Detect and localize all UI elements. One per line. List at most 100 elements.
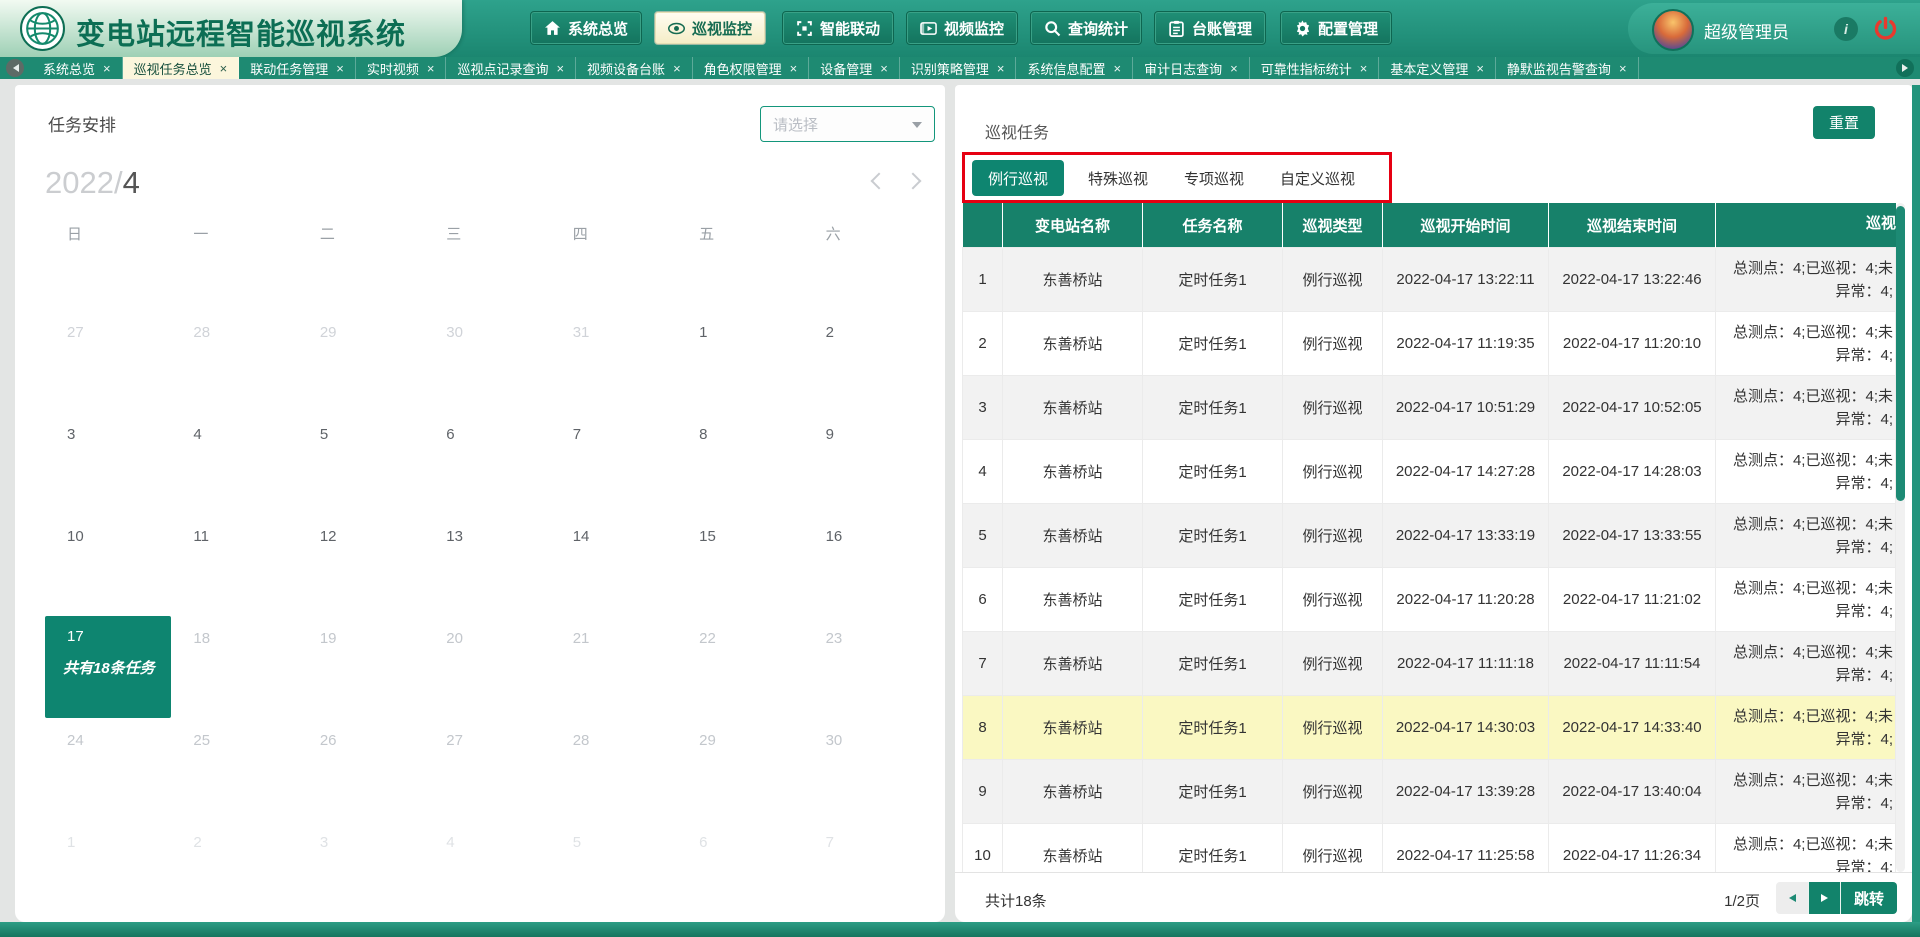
prev-month-icon[interactable] (871, 173, 888, 190)
nav-button[interactable]: 巡视监控 (654, 11, 766, 45)
tab-close-icon[interactable]: × (556, 62, 564, 75)
tabs-scroll-left-icon[interactable] (6, 59, 24, 77)
calendar-day-cell[interactable]: 11 (171, 514, 297, 616)
table-row[interactable]: 9 东善桥站 定时任务1 例行巡视 2022-04-17 13:39:28 20… (963, 760, 1896, 824)
tab-close-icon[interactable]: × (1360, 62, 1368, 75)
tab[interactable]: 审计日志查询 × (1133, 57, 1250, 79)
tab-close-icon[interactable]: × (790, 62, 798, 75)
calendar-day-cell[interactable]: 27 (424, 718, 550, 820)
nav-button[interactable]: 配置管理 (1280, 11, 1392, 45)
tab-close-icon[interactable]: × (1230, 62, 1238, 75)
tab-close-icon[interactable]: × (103, 62, 111, 75)
tab-close-icon[interactable]: × (1619, 62, 1627, 75)
calendar-day-cell[interactable]: 4 (171, 412, 297, 514)
tab[interactable]: 巡视任务总览 × (123, 57, 240, 79)
calendar-day-cell[interactable]: 29 (677, 718, 803, 820)
tab[interactable]: 系统总览 × (32, 57, 123, 79)
table-row[interactable]: 8 东善桥站 定时任务1 例行巡视 2022-04-17 14:30:03 20… (963, 696, 1896, 760)
tab-close-icon[interactable]: × (1476, 62, 1484, 75)
calendar-day-cell[interactable]: 3 (45, 412, 171, 514)
calendar-day-cell[interactable]: 20 (424, 616, 550, 718)
calendar-day-cell[interactable]: 26 (298, 718, 424, 820)
calendar-day-cell[interactable]: 5 (298, 412, 424, 514)
tab[interactable]: 视频设备台账 × (576, 57, 693, 79)
nav-button[interactable]: 系统总览 (530, 11, 642, 45)
calendar-day-cell[interactable]: 12 (298, 514, 424, 616)
filter-tab[interactable]: 自定义巡视 (1268, 160, 1367, 196)
calendar-day-cell[interactable]: 27 (45, 310, 171, 412)
calendar-day-cell[interactable]: 6 (424, 412, 550, 514)
tab[interactable]: 静默监视告警查询 × (1496, 57, 1639, 79)
calendar-day-cell[interactable]: 30 (424, 310, 550, 412)
tabs-scroll-right-icon[interactable] (1896, 59, 1914, 77)
next-month-icon[interactable] (905, 173, 922, 190)
calendar-day-cell[interactable]: 16 (804, 514, 930, 616)
tab[interactable]: 识别策略管理 × (900, 57, 1017, 79)
tab[interactable]: 基本定义管理 × (1379, 57, 1496, 79)
calendar-day-cell[interactable]: 7 (551, 412, 677, 514)
calendar-day-cell[interactable]: 18 (171, 616, 297, 718)
tab[interactable]: 角色权限管理 × (693, 57, 810, 79)
calendar-day-cell[interactable]: 7 (804, 820, 930, 922)
tab[interactable]: 联动任务管理 × (239, 57, 356, 79)
tab[interactable]: 设备管理 × (809, 57, 900, 79)
calendar-day-cell[interactable]: 28 (171, 310, 297, 412)
calendar-day-cell[interactable]: 19 (298, 616, 424, 718)
nav-button[interactable]: 视频监控 (906, 11, 1018, 45)
calendar-day-cell[interactable]: 30 (804, 718, 930, 820)
calendar-day-cell[interactable]: 3 (298, 820, 424, 922)
calendar-day-cell[interactable]: 17 共有18条任务 (45, 616, 171, 718)
avatar[interactable] (1652, 9, 1694, 51)
filter-tab[interactable]: 特殊巡视 (1076, 160, 1160, 196)
tab-close-icon[interactable]: × (880, 62, 888, 75)
calendar-day-cell[interactable]: 15 (677, 514, 803, 616)
calendar-day-cell[interactable]: 22 (677, 616, 803, 718)
tab-close-icon[interactable]: × (220, 62, 228, 75)
calendar-day-cell[interactable]: 1 (677, 310, 803, 412)
calendar-day-cell[interactable]: 13 (424, 514, 550, 616)
scrollbar-thumb[interactable] (1896, 206, 1905, 501)
calendar-day-cell[interactable]: 5 (551, 820, 677, 922)
tab-close-icon[interactable]: × (427, 62, 435, 75)
nav-button[interactable]: 台账管理 (1154, 11, 1266, 45)
calendar-day-cell[interactable]: 4 (424, 820, 550, 922)
tab[interactable]: 系统信息配置 × (1016, 57, 1133, 79)
calendar-day-cell[interactable]: 9 (804, 412, 930, 514)
filter-tab[interactable]: 例行巡视 (972, 160, 1064, 196)
tab-close-icon[interactable]: × (336, 62, 344, 75)
calendar-day-cell[interactable]: 24 (45, 718, 171, 820)
tab[interactable]: 巡视点记录查询 × (446, 57, 576, 79)
calendar-day-cell[interactable]: 23 (804, 616, 930, 718)
station-select[interactable]: 请选择 (760, 106, 935, 142)
tab-close-icon[interactable]: × (997, 62, 1005, 75)
tab-close-icon[interactable]: × (1114, 62, 1122, 75)
calendar-day-cell[interactable]: 8 (677, 412, 803, 514)
table-row[interactable]: 6 东善桥站 定时任务1 例行巡视 2022-04-17 11:20:28 20… (963, 568, 1896, 632)
jump-button[interactable]: 跳转 (1840, 882, 1897, 914)
calendar-day-cell[interactable]: 14 (551, 514, 677, 616)
tab-close-icon[interactable]: × (673, 62, 681, 75)
calendar-day-cell[interactable]: 6 (677, 820, 803, 922)
table-row[interactable]: 7 东善桥站 定时任务1 例行巡视 2022-04-17 11:11:18 20… (963, 632, 1896, 696)
prev-page-button[interactable] (1776, 882, 1808, 914)
calendar-day-cell[interactable]: 29 (298, 310, 424, 412)
calendar-day-cell[interactable]: 10 (45, 514, 171, 616)
table-row[interactable]: 1 东善桥站 定时任务1 例行巡视 2022-04-17 13:22:11 20… (963, 248, 1896, 312)
table-row[interactable]: 5 东善桥站 定时任务1 例行巡视 2022-04-17 13:33:19 20… (963, 504, 1896, 568)
table-row[interactable]: 4 东善桥站 定时任务1 例行巡视 2022-04-17 14:27:28 20… (963, 440, 1896, 504)
calendar-day-cell[interactable]: 31 (551, 310, 677, 412)
calendar-day-cell[interactable]: 25 (171, 718, 297, 820)
table-row[interactable]: 2 东善桥站 定时任务1 例行巡视 2022-04-17 11:19:35 20… (963, 312, 1896, 376)
filter-tab[interactable]: 专项巡视 (1172, 160, 1256, 196)
table-row[interactable]: 10 东善桥站 定时任务1 例行巡视 2022-04-17 11:25:58 2… (963, 824, 1896, 873)
calendar-day-cell[interactable]: 1 (45, 820, 171, 922)
table-row[interactable]: 3 东善桥站 定时任务1 例行巡视 2022-04-17 10:51:29 20… (963, 376, 1896, 440)
next-page-button[interactable] (1808, 882, 1840, 914)
reset-button[interactable]: 重置 (1813, 106, 1875, 139)
nav-button[interactable]: 智能联动 (782, 11, 894, 45)
info-icon[interactable]: i (1834, 17, 1858, 41)
calendar-day-cell[interactable]: 2 (171, 820, 297, 922)
nav-button[interactable]: 查询统计 (1030, 11, 1142, 45)
tab[interactable]: 实时视频 × (356, 57, 447, 79)
power-logout-icon[interactable] (1872, 15, 1899, 42)
